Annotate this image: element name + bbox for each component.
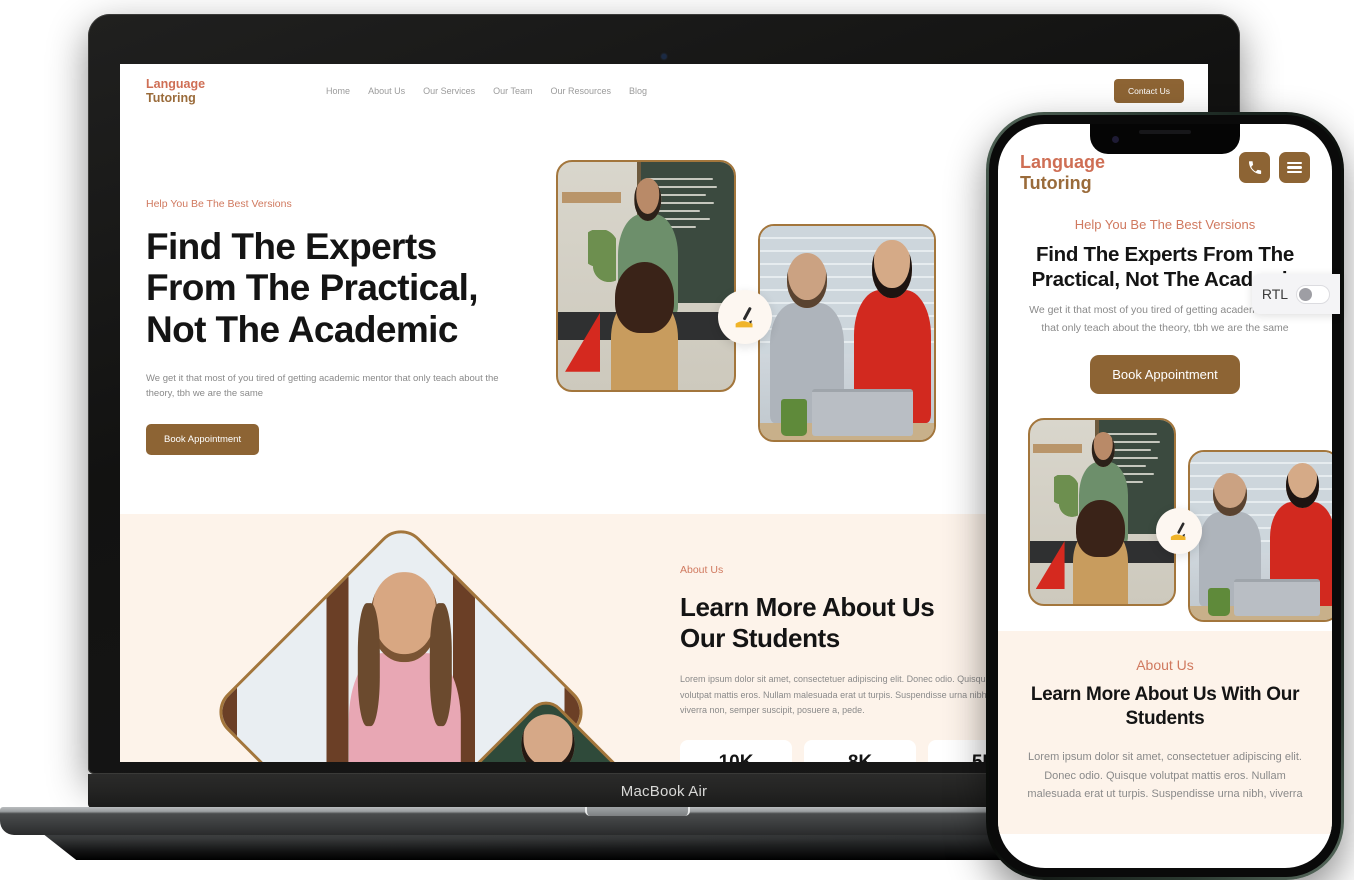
rtl-label: RTL [1261,286,1289,302]
mobile-hero-photo-students-laptop [1188,449,1332,622]
writing-hand-icon [718,290,772,344]
phone-icon[interactable] [1239,152,1270,183]
nav-item-our-team[interactable]: Our Team [493,86,532,96]
toggle-knob [1299,287,1313,301]
mobile-hero-photo-classroom [1028,417,1176,606]
nav-item-about-us[interactable]: About Us [368,86,405,96]
about-heading-line-2: Our Students [680,623,840,654]
hero-photo-students-laptop [758,224,936,442]
hero-photo-classroom [556,160,736,392]
shelf [561,191,622,204]
site-logo[interactable]: Language Tutoring [146,77,205,105]
hero-copy: Help You Be The Best Versions Find The E… [120,146,550,514]
nav-item-blog[interactable]: Blog [629,86,647,96]
nav-item-our-resources[interactable]: Our Resources [550,86,611,96]
nav-item-our-services[interactable]: Our Services [423,86,475,96]
screenshot-stage: Language Tutoring Home About Us Our Serv… [0,0,1354,880]
hero-eyebrow: Help You Be The Best Versions [146,198,292,210]
mobile-about-eyebrow: About Us [1136,656,1194,673]
mobile-nav-actions [1239,152,1310,183]
mobile-writing-hand-icon [1156,507,1202,554]
book-appointment-button[interactable]: Book Appointment [146,423,260,455]
mobile-about-section: About Us Learn More About Us With Our St… [998,630,1332,835]
mug [780,399,807,436]
stat-card-happy-clients: 8K Happy Clients [804,740,916,762]
about-image-group [120,519,680,762]
site-logo-mobile[interactable]: Language Tutoring [1020,152,1105,193]
mobile-about-paragraph: Lorem ipsum dolor sit amet, consectetuer… [1027,751,1303,801]
logo-line-2: Tutoring [1020,172,1092,193]
mobile-about-heading: Learn More About Us With Our Students [1030,683,1300,730]
webcam-icon [661,54,667,59]
rtl-toggle-widget[interactable]: RTL [1252,274,1340,314]
stat-card-students: 10K Students [680,740,792,762]
front-camera-icon [1112,135,1119,143]
desktop-navbar: Language Tutoring Home About Us Our Serv… [120,64,1208,118]
rtl-toggle-switch[interactable] [1296,284,1331,304]
plant [587,230,617,290]
device-label: MacBook Air [620,782,708,800]
about-heading-line-1: Learn More About Us [680,592,935,622]
hero-paragraph: We get it that most of you tired of gett… [146,373,499,400]
iphone-mockup: Language Tutoring Help You Be The Best V… [986,112,1344,880]
desktop-nav-menu: Home About Us Our Services Our Team Our … [326,86,647,96]
about-paragraph: Lorem ipsum dolor sit amet, consectetuer… [680,674,991,715]
hamburger-icon[interactable] [1279,152,1310,183]
nav-item-home[interactable]: Home [326,86,350,96]
stat-number: 10K [680,752,792,762]
student-figure [610,261,678,390]
logo-line-1: Language [146,77,206,91]
stat-number: 8K [804,752,916,762]
mobile-hero-image-group [1016,408,1332,623]
contact-us-button[interactable]: Contact Us [1113,79,1184,103]
hero-heading-line-3: Not The Academic [146,308,458,350]
logo-line-2: Tutoring [146,91,196,105]
hero-heading: Find The Experts From The Practical, Not… [146,226,550,350]
laptop-prop [812,388,914,436]
mobile-book-appointment-button[interactable]: Book Appointment [1090,354,1240,394]
hero-heading-line-2: From The Practical, [146,267,479,309]
hero-heading-line-1: Find The Experts [146,226,437,267]
logo-line-1: Language [1020,152,1106,172]
phone-screen: Language Tutoring Help You Be The Best V… [998,124,1332,868]
speaker-grille [1139,130,1191,134]
phone-notch [1090,124,1240,154]
woman-figure [348,571,461,762]
mobile-hero-eyebrow: Help You Be The Best Versions [1074,217,1256,233]
